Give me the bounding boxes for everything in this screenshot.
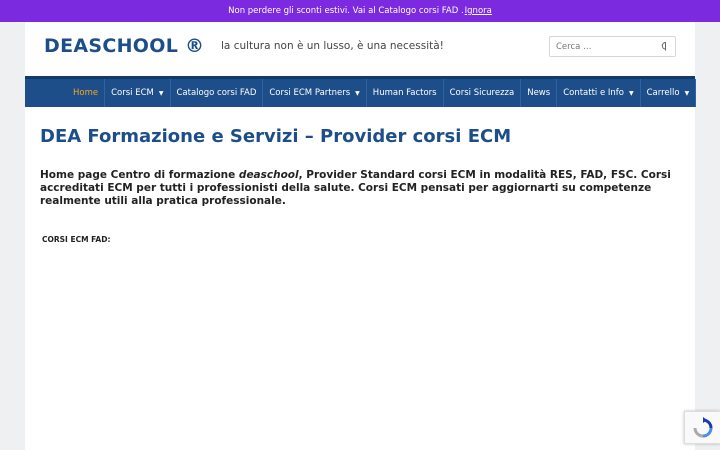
nav-item-label: Catalogo corsi FAD xyxy=(176,88,257,98)
intro-brand: deaschool xyxy=(238,169,299,181)
nav-item-label: Corsi Sicurezza xyxy=(449,88,515,98)
nav-item-corsi-sicurezza[interactable]: Corsi Sicurezza xyxy=(444,79,522,107)
chevron-down-icon: ▼ xyxy=(158,89,164,97)
chevron-down-icon: ▼ xyxy=(355,89,360,97)
site-header: DEASCHOOL ® la cultura non è un lusso, è… xyxy=(25,22,695,76)
nav-item-label: Home xyxy=(73,88,99,98)
nav-item-label: Carrello xyxy=(646,88,680,98)
nav-item-corsi-ecm[interactable]: Corsi ECM ▼ xyxy=(105,79,171,107)
promo-bar: Non perdere gli sconti estivi. Vai al Ca… xyxy=(0,0,720,22)
page-container: DEASCHOOL ® la cultura non è un lusso, è… xyxy=(25,22,697,450)
recaptcha-icon xyxy=(693,416,712,437)
site-tagline: la cultura non è un lusso, è una necessi… xyxy=(221,40,444,52)
main-navigation: Home Corsi ECM ▼ Catalogo corsi FAD Corsi EC… xyxy=(25,76,697,107)
chevron-down-icon: ▼ xyxy=(684,89,690,97)
chevron-down-icon: ▼ xyxy=(629,89,634,97)
nav-item-label: Corsi ECM xyxy=(111,88,154,98)
nav-item-contatti-e-info[interactable]: Contatti e Info ▼ xyxy=(557,79,641,107)
search-icon[interactable] xyxy=(659,41,669,53)
search-box xyxy=(549,36,676,57)
nav-item-news[interactable]: News xyxy=(521,79,558,107)
nav-item-label: News xyxy=(527,88,551,98)
search-icon-glyph xyxy=(661,42,666,51)
page-title: DEA Formazione e Servizi – Provider cors… xyxy=(40,126,512,147)
nav-item-label: Human Factors xyxy=(372,88,437,98)
nav-item-corsi-ecm-partners[interactable]: Corsi ECM Partners ▼ xyxy=(263,79,367,107)
nav-item-carrello[interactable]: Carrello ▼ xyxy=(641,79,697,107)
site-logo[interactable]: DEASCHOOL ® xyxy=(44,35,204,57)
nav-item-home[interactable]: Home xyxy=(67,79,106,107)
promo-dismiss-link[interactable]: Ignora xyxy=(465,6,492,16)
nav-item-label: Corsi ECM Partners xyxy=(269,88,351,98)
promo-text: Non perdere gli sconti estivi. Vai al Ca… xyxy=(228,6,464,16)
nav-item-label: Contatti e Info xyxy=(563,88,624,98)
main-content: DEA Formazione e Servizi – Provider cors… xyxy=(40,126,680,244)
search-input[interactable] xyxy=(556,41,656,52)
intro-paragraph: Home page Centro di formazione deaschool… xyxy=(40,169,680,208)
recaptcha-badge[interactable] xyxy=(684,411,720,444)
section-label-fad: CORSI ECM FAD: xyxy=(42,235,111,244)
nav-item-human-factors[interactable]: Human Factors xyxy=(367,79,444,107)
nav-item-catalogo-corsi-fad[interactable]: Catalogo corsi FAD xyxy=(171,79,264,107)
intro-text-start: Home page Centro di formazione xyxy=(40,169,239,181)
